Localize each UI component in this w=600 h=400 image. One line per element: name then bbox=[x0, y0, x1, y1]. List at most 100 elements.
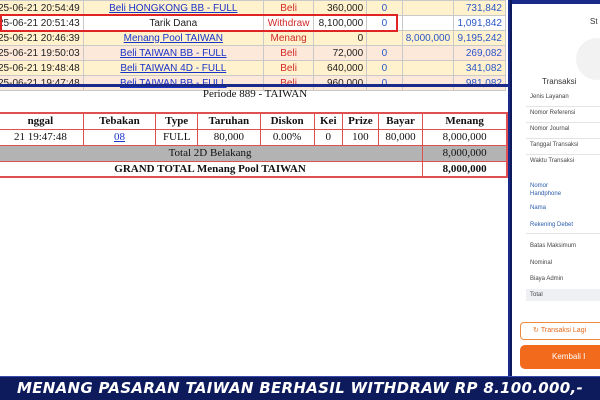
tx-balance-cell: 9,195,242 bbox=[453, 30, 506, 46]
bet-stake: 80,000 bbox=[197, 128, 261, 146]
bet-guess-link[interactable]: 08 bbox=[114, 131, 125, 143]
tx-type: Menang bbox=[270, 32, 307, 44]
tx-type: Withdraw bbox=[267, 17, 310, 29]
bet-guess-cell: 08 bbox=[82, 128, 157, 146]
tx-type-cell: Withdraw bbox=[262, 15, 315, 31]
tx-col-b-cell bbox=[401, 45, 455, 61]
subtotal-label: Total 2D Belakang bbox=[0, 144, 424, 162]
periode-title: Periode 889 - TAIWAN bbox=[202, 88, 308, 100]
tx-balance: 9,195,242 bbox=[457, 32, 503, 44]
retry-transaction-button[interactable]: ↻ Transaksi Lagi bbox=[520, 322, 600, 340]
refresh-icon: ↻ bbox=[533, 327, 539, 334]
col-kei: Kei bbox=[313, 112, 343, 130]
retry-button-label: Transaksi Lagi bbox=[540, 327, 587, 334]
tx-amount: 72,000 bbox=[332, 47, 364, 59]
tx-col-b-cell: 8,000,000 bbox=[401, 30, 455, 46]
bet-prize: 100 bbox=[341, 128, 379, 146]
tx-amount-cell: 360,000 bbox=[313, 0, 368, 16]
bet-discount: 0.00% bbox=[259, 128, 315, 146]
col-menang: Menang bbox=[422, 112, 508, 130]
tx-col-a: 0 bbox=[381, 62, 388, 74]
field-biaya-admin: Biaya Admin bbox=[530, 276, 564, 282]
transaction-row: 25-06-21 20:51:43 Tarik Dana Withdraw 8,100… bbox=[0, 15, 506, 31]
col-diskon: Diskon bbox=[259, 112, 315, 130]
tx-amount: 640,000 bbox=[327, 62, 364, 74]
col-type: Type bbox=[155, 112, 199, 130]
tx-description-cell: Menang Pool TAIWAN bbox=[82, 30, 264, 46]
tx-col-b-cell bbox=[401, 15, 455, 31]
tx-date-cell: 25-06-21 20:51:43 bbox=[0, 15, 84, 31]
tx-col-b-cell bbox=[401, 0, 455, 16]
receipt-status: St bbox=[590, 17, 598, 26]
tx-balance-cell: 341,082 bbox=[453, 60, 506, 76]
tx-date-cell: 25-06-21 19:50:03 bbox=[0, 45, 84, 61]
field-waktu-transaksi: Waktu Transaksi bbox=[530, 158, 575, 164]
field-nomor-journal: Nomor Journal bbox=[530, 126, 570, 132]
tx-balance-cell: 731,842 bbox=[453, 0, 506, 16]
transaction-row: 25-06-21 20:46:39 Menang Pool TAIWAN Menan… bbox=[0, 30, 506, 46]
back-button[interactable]: Kembali I bbox=[520, 345, 600, 369]
bet-win: 8,000,000 bbox=[422, 128, 508, 146]
tx-description[interactable]: Beli HONGKONG BB - FULL bbox=[109, 3, 237, 14]
tx-balance: 1,091,842 bbox=[457, 17, 503, 29]
tx-amount: 0 bbox=[357, 32, 364, 44]
tx-amount-cell: 0 bbox=[313, 30, 368, 46]
tx-type: Beli bbox=[280, 47, 297, 59]
bet-header-row: nggal Tebakan Type Taruhan Diskon Kei Pr… bbox=[0, 112, 508, 130]
tx-col-a: 0 bbox=[381, 47, 388, 59]
field-nominal: Nominal bbox=[530, 260, 553, 266]
tx-description-cell: Beli HONGKONG BB - FULL bbox=[82, 0, 264, 16]
field-tanggal-transaksi: Tanggal Transaksi bbox=[530, 142, 579, 148]
tx-date: 25-06-21 20:46:39 bbox=[0, 32, 80, 44]
subtotal-row: Total 2D Belakang 8,000,000 bbox=[0, 144, 508, 162]
field-batas-maksimum: Batas Maksimum bbox=[530, 243, 577, 249]
field-divider bbox=[526, 233, 600, 234]
tx-description[interactable]: Menang Pool TAIWAN bbox=[124, 33, 223, 44]
col-tebakan: Tebakan bbox=[82, 112, 157, 130]
tx-balance: 269,082 bbox=[465, 47, 502, 59]
tx-type-cell: Beli bbox=[262, 45, 315, 61]
tx-date: 25-06-21 20:54:49 bbox=[0, 2, 80, 14]
tx-col-b: 8,000,000 bbox=[405, 32, 451, 44]
receipt-title: Transaksi bbox=[542, 77, 577, 86]
tx-col-a: 0 bbox=[381, 17, 388, 29]
bet-kei: 0 bbox=[313, 128, 343, 146]
status-icon bbox=[576, 38, 600, 80]
transaction-row: 25-06-21 20:54:49 Beli HONGKONG BB - FULL… bbox=[0, 0, 506, 16]
tx-col-a-cell: 0 bbox=[366, 60, 403, 76]
tx-description[interactable]: Beli TAIWAN 4D - FULL bbox=[120, 63, 226, 74]
tx-date-cell: 25-06-21 20:54:49 bbox=[0, 0, 84, 16]
col-tanggal: nggal bbox=[0, 112, 84, 130]
tx-balance-cell: 1,091,842 bbox=[453, 15, 506, 31]
field-jenis-layanan: Jenis Layanan bbox=[530, 94, 569, 100]
tx-amount-cell: 8,100,000 bbox=[313, 15, 368, 31]
tx-balance: 341,082 bbox=[465, 62, 502, 74]
tx-col-a: 0 bbox=[381, 2, 388, 14]
tx-description-cell: Beli TAIWAN 4D - FULL bbox=[82, 60, 264, 76]
transaction-row: 25-06-21 19:50:03 Beli TAIWAN BB - FULL Be… bbox=[0, 45, 506, 61]
tx-date-cell: 25-06-21 19:48:48 bbox=[0, 60, 84, 76]
tx-balance: 731,842 bbox=[465, 2, 502, 14]
col-taruhan: Taruhan bbox=[197, 112, 261, 130]
tx-date-cell: 25-06-21 20:46:39 bbox=[0, 30, 84, 46]
banner-text: MENANG PASARAN TAIWAN BERHASIL WITHDRAW … bbox=[16, 379, 584, 397]
field-nomor-handphone: Nomor Handphone bbox=[530, 183, 562, 197]
transaction-row: 25-06-21 19:48:48 Beli TAIWAN 4D - FULL Be… bbox=[0, 60, 506, 76]
tx-description[interactable]: Beli TAIWAN BB - FULL bbox=[120, 48, 227, 59]
field-divider bbox=[526, 138, 600, 139]
tx-type-cell: Menang bbox=[262, 30, 315, 46]
tx-amount: 8,100,000 bbox=[318, 17, 364, 29]
grand-total-row: GRAND TOTAL Menang Pool TAIWAN 8,000,000 bbox=[0, 160, 508, 178]
tx-date: 25-06-21 19:48:48 bbox=[0, 62, 80, 74]
tx-col-b-cell bbox=[401, 60, 455, 76]
receipt-panel: St Transaksi Jenis Layanan Nomor Referen… bbox=[512, 0, 600, 376]
bet-detail-table: nggal Tebakan Type Taruhan Diskon Kei Pr… bbox=[0, 112, 508, 178]
tx-amount-cell: 72,000 bbox=[313, 45, 368, 61]
tx-description-cell: Beli TAIWAN BB - FULL bbox=[82, 45, 264, 61]
tx-type: Beli bbox=[280, 62, 297, 74]
subtotal-value: 8,000,000 bbox=[422, 144, 508, 162]
promo-banner: MENANG PASARAN TAIWAN BERHASIL WITHDRAW … bbox=[0, 376, 600, 400]
tx-date: 25-06-21 20:51:43 bbox=[0, 17, 80, 29]
transaction-table: 25-06-21 20:54:49 Beli HONGKONG BB - FULL… bbox=[0, 0, 506, 91]
tx-col-a-cell: 0 bbox=[366, 45, 403, 61]
